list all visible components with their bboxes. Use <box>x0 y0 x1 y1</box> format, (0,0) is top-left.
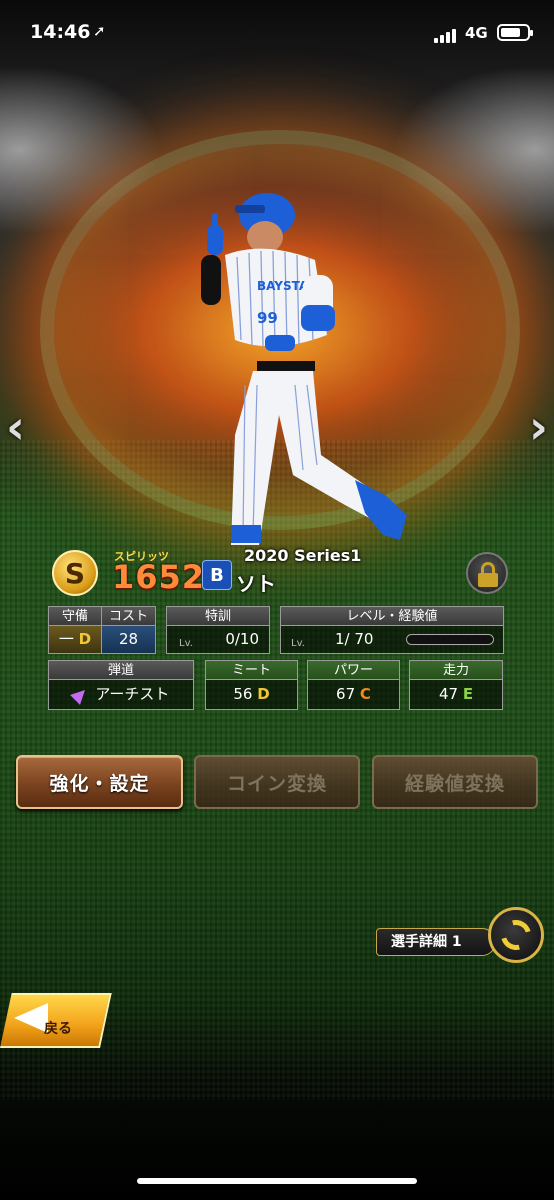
player-image: BAYSTARS 99 <box>201 193 407 545</box>
battery-icon <box>497 24 533 41</box>
level-value: 1/ 70 <box>335 630 374 648</box>
player-detail-button[interactable]: 選手詳細 1 <box>376 928 496 956</box>
level-panel: レベル・経験値 Lv. 1/ 70 <box>280 606 504 654</box>
meet-grade: D <box>257 685 270 703</box>
back-arrow-icon <box>14 1003 48 1033</box>
level-lv-prefix: Lv. <box>291 638 305 649</box>
location-arrow-icon: ➚ <box>93 22 106 40</box>
training-value: 0/10 <box>225 630 259 648</box>
team-logo-icon: B <box>202 560 232 590</box>
power-grade: C <box>359 685 371 703</box>
training-label: 特訓 <box>167 607 269 626</box>
lock-icon[interactable] <box>466 552 508 594</box>
signal-icon <box>434 27 458 43</box>
status-time: 14:46 <box>30 21 91 43</box>
speed-grade: E <box>462 685 474 703</box>
back-label: 戻る <box>44 1021 72 1037</box>
level-label: レベル・経験値 <box>281 607 503 626</box>
defense-label: 守備 <box>49 607 102 625</box>
defense-value: 一 D <box>49 626 102 653</box>
card-series: 2020 Series1 <box>244 546 362 565</box>
trajectory-panel: 弾道 アーチスト <box>48 660 194 710</box>
prev-card-chevron-icon[interactable]: ‹ <box>6 400 25 454</box>
cost-value: 28 <box>102 626 155 653</box>
speed-value: 47 <box>438 685 459 703</box>
speed-panel: 走力 47 E <box>409 660 503 710</box>
trajectory-arrow-icon <box>69 684 90 705</box>
spirits-value: 1652 <box>112 558 206 596</box>
defense-position: 一 <box>58 630 74 648</box>
power-panel: パワー 67 C <box>307 660 400 710</box>
exp-bar <box>406 634 494 645</box>
swap-icon[interactable] <box>488 907 544 963</box>
power-label: パワー <box>308 661 399 680</box>
training-panel: 特訓 Lv. 0/10 <box>166 606 270 654</box>
exp-convert-button[interactable]: 経験値変換 <box>372 755 538 809</box>
home-indicator[interactable] <box>137 1178 417 1184</box>
network-type: 4G <box>465 24 488 42</box>
status-bar: 14:46 ➚ 4G <box>0 0 554 70</box>
enhance-settings-button[interactable]: 強化・設定 <box>16 755 183 809</box>
power-value: 67 <box>336 685 356 703</box>
trajectory-label: 弾道 <box>49 661 193 680</box>
defense-cost-panel: 守備 コスト 一 D 28 <box>48 606 156 654</box>
player-name: ソト <box>236 572 276 596</box>
meet-label: ミート <box>206 661 297 680</box>
meet-value: 56 <box>233 685 253 703</box>
cost-label: コスト <box>108 609 148 624</box>
speed-label: 走力 <box>410 661 502 680</box>
svg-text:99: 99 <box>257 309 278 327</box>
next-card-chevron-icon[interactable]: › <box>529 400 548 454</box>
coin-convert-button[interactable]: コイン変換 <box>194 755 360 809</box>
trajectory-value: アーチスト <box>95 685 170 703</box>
rank-badge: S <box>52 550 98 596</box>
training-lv-prefix: Lv. <box>179 638 193 649</box>
back-button[interactable]: 戻る <box>0 993 112 1048</box>
meet-panel: ミート 56 D <box>205 660 298 710</box>
defense-grade: D <box>78 630 92 648</box>
